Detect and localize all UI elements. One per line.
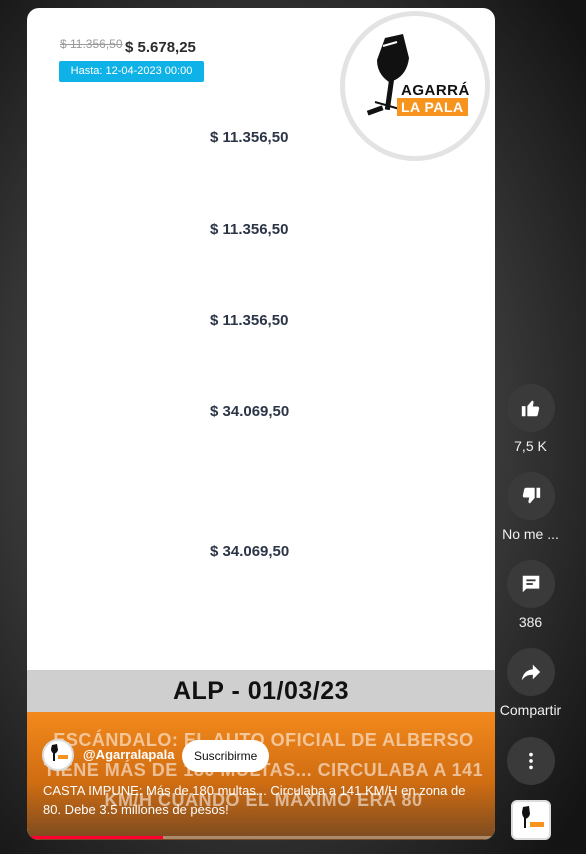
like-button[interactable]: [507, 384, 555, 432]
comment-icon: [522, 575, 540, 593]
channel-avatar[interactable]: [42, 739, 74, 771]
dislike-button[interactable]: [507, 472, 555, 520]
progress-bar-fill: [27, 836, 163, 839]
channel-handle[interactable]: @Agarralapala: [83, 747, 174, 762]
more-options-button[interactable]: [507, 737, 555, 785]
more-vertical-icon: [529, 752, 533, 770]
logo-text-line1: AGARRÁ: [401, 82, 470, 99]
share-button[interactable]: [507, 648, 555, 696]
comments-button[interactable]: [507, 560, 555, 608]
price-row: $ 11.356,50: [210, 221, 289, 238]
share-label: Compartir: [499, 702, 562, 718]
comment-count: 386: [518, 614, 543, 630]
offer-until-badge: Hasta: 12-04-2023 00:00: [59, 61, 204, 82]
video-info-overlay: ESCÁNDALO: EL AUTO OFICIAL DE ALBERSO TI…: [27, 712, 495, 840]
video-date-banner: ALP - 01/03/23: [27, 670, 495, 712]
progress-bar[interactable]: [27, 836, 495, 839]
price-row: $ 34.069,50: [210, 543, 290, 560]
shorts-player[interactable]: $ 11.356,50 $ 5.678,25 Hasta: 12-04-2023…: [27, 8, 495, 840]
price-row: $ 11.356,50: [210, 129, 289, 146]
action-rail: 7,5 K No me ... 386 Compartir: [495, 0, 586, 854]
thumbs-down-icon: [522, 487, 541, 504]
audio-source-thumbnail[interactable]: [511, 800, 551, 840]
agarra-la-pala-logo: AGARRÁ LA PALA: [340, 11, 490, 161]
share-icon: [521, 664, 541, 681]
video-description[interactable]: CASTA IMPUNE: Más de 180 multas... Circu…: [43, 781, 483, 819]
logo-text-line2: LA PALA: [397, 98, 468, 116]
price-row: $ 34.069,50: [210, 403, 290, 420]
channel-row: @Agarralapala Suscribirme: [42, 737, 482, 772]
dislike-label: No me ...: [502, 526, 559, 542]
thumbs-up-icon: [521, 400, 540, 417]
old-price: $ 11.356,50: [60, 37, 123, 51]
like-count: 7,5 K: [514, 438, 547, 454]
shovel-icon: [51, 744, 68, 761]
price-row: $ 11.356,50: [210, 312, 289, 329]
shovel-icon: [522, 806, 544, 828]
discount-price: $ 5.678,25: [125, 39, 196, 56]
subscribe-button[interactable]: Suscribirme: [182, 740, 270, 772]
